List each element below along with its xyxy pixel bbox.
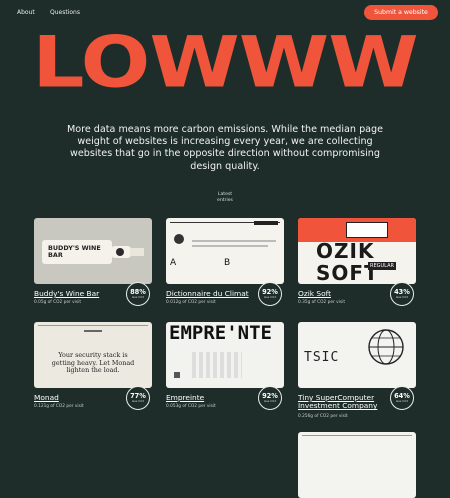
co2-reduction-badge: 92% less CO2	[258, 386, 282, 410]
nav-questions-link[interactable]: Questions	[50, 9, 80, 16]
header-divider	[302, 435, 412, 436]
header-block	[254, 221, 278, 225]
badge-sub: less CO2	[263, 398, 277, 403]
entry-title[interactable]: Buddy's Wine Bar	[34, 289, 99, 298]
monad-headline: Your security stack is getting heavy. Le…	[51, 351, 135, 375]
thumb-letter-b: B	[224, 258, 231, 268]
entry-card-dictionnaire-du-climat[interactable]: A B 92% less CO2 Dictionnaire du Climat …	[166, 218, 284, 306]
header-divider	[38, 325, 148, 326]
empreinte-wordmark: EMPRE'NTE	[169, 322, 272, 344]
dot-graphic	[174, 234, 184, 244]
entry-card-partial[interactable]	[298, 432, 416, 498]
co2-reduction-badge: 43% less CO2	[390, 282, 414, 306]
entry-co2: 0.256g of CO2 per visit	[298, 414, 348, 419]
entry-co2: 0.053g of CO2 per visit	[166, 404, 216, 409]
entry-title[interactable]: Empreinte	[166, 393, 204, 402]
entry-co2: 0.05g of CO2 per visit	[34, 300, 82, 305]
entry-title[interactable]: Tiny SuperComputer Investment Company	[298, 393, 414, 411]
entry-thumbnail[interactable]: TSIC	[298, 322, 416, 388]
entry-card-buddys-wine-bar[interactable]: BUDDY'S WINE BAR 88% less CO2 Buddy's Wi…	[34, 218, 152, 306]
co2-reduction-badge: 92% less CO2	[258, 282, 282, 306]
badge-sub: less CO2	[131, 294, 145, 299]
ozik-small-text: REGULAR	[368, 262, 396, 270]
entry-thumbnail[interactable]: EMPRE'NTE	[166, 322, 284, 388]
entry-thumbnail[interactable]: OZIK SOFT REGULAR	[298, 218, 416, 284]
badge-sub: less CO2	[395, 294, 409, 299]
nav-line	[84, 330, 102, 332]
intro-text: More data means more carbon emissions. W…	[66, 124, 384, 172]
co2-reduction-badge: 77% less CO2	[126, 386, 150, 410]
ozik-tag	[346, 222, 388, 238]
entry-thumbnail[interactable]: A B	[166, 218, 284, 284]
entry-card-ozik-soft[interactable]: OZIK SOFT REGULAR 43% less CO2 Ozik Soft…	[298, 218, 416, 306]
latest-entries-label: Latest entries	[200, 192, 250, 204]
nav-about-link[interactable]: About	[17, 9, 35, 16]
badge-sub: less CO2	[263, 294, 277, 299]
entry-thumbnail[interactable]	[298, 432, 416, 498]
entry-card-tsic[interactable]: TSIC 64% less CO2 Tiny SuperComputer Inv…	[298, 322, 416, 419]
pixel-block	[174, 372, 180, 378]
empreinte-pattern	[192, 352, 242, 378]
co2-reduction-badge: 88% less CO2	[126, 282, 150, 306]
entry-title[interactable]: Dictionnaire du Climat	[166, 289, 249, 298]
badge-sub: less CO2	[131, 398, 145, 403]
entry-thumbnail[interactable]: Your security stack is getting heavy. Le…	[34, 322, 152, 388]
buddy-thumb-text: BUDDY'S WINE BAR	[48, 244, 101, 259]
entry-card-monad[interactable]: Your security stack is getting heavy. Le…	[34, 322, 152, 410]
ozik-big-text: OZIK SOFT	[316, 239, 379, 284]
thumb-letter-a: A	[170, 258, 177, 268]
entry-co2: 0.121g of CO2 per visit	[34, 404, 84, 409]
entry-thumbnail[interactable]: BUDDY'S WINE BAR	[34, 218, 152, 284]
submit-website-button[interactable]: Submit a website	[364, 5, 438, 20]
entry-co2: 0.35g of CO2 per visit	[298, 300, 346, 305]
entry-co2: 0.012g of CO2 per visit	[166, 300, 216, 305]
entry-title[interactable]: Ozik Soft	[298, 289, 331, 298]
entry-card-empreinte[interactable]: EMPRE'NTE 92% less CO2 Empreinte 0.053g …	[166, 322, 284, 410]
tsic-wordmark: TSIC	[304, 350, 340, 365]
entry-title[interactable]: Monad	[34, 393, 59, 402]
text-line	[192, 245, 268, 247]
latest-line2: entries	[217, 198, 233, 203]
site-logo[interactable]: LOWWW	[0, 28, 450, 99]
text-line	[192, 240, 276, 242]
